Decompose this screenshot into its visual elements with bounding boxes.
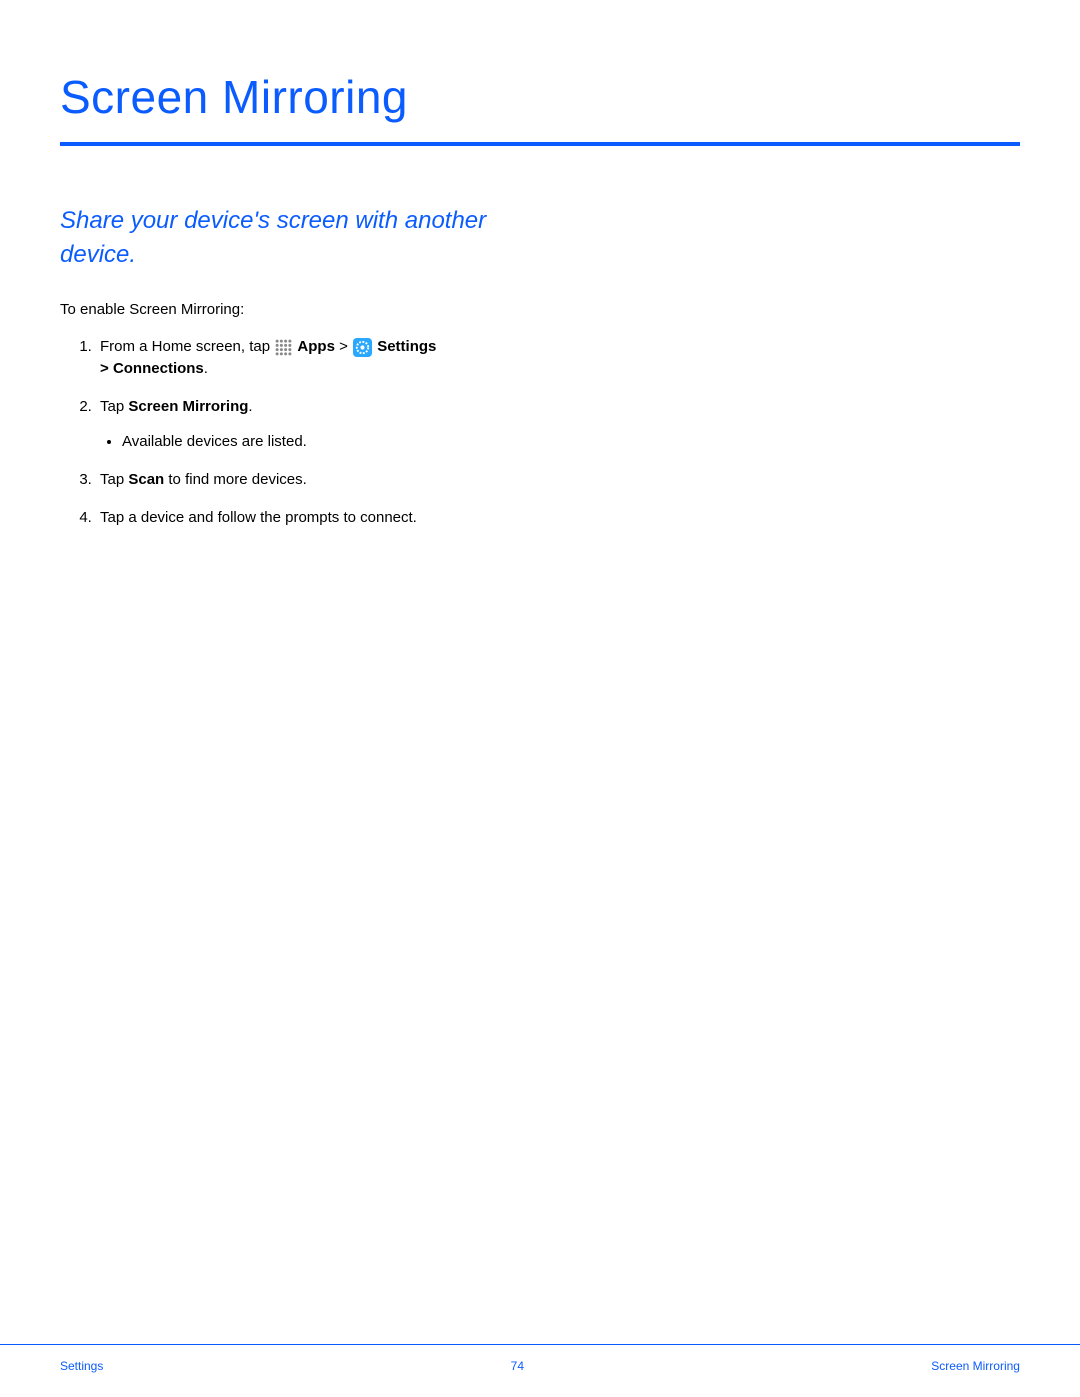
- step-1: From a Home screen, tap Apps > Settings …: [96, 336, 560, 380]
- step-2-end: .: [248, 398, 252, 415]
- step-4: Tap a device and follow the prompts to c…: [96, 507, 560, 529]
- step-2-sublist: Available devices are listed.: [100, 431, 560, 453]
- steps-list: From a Home screen, tap Apps > Settings …: [60, 336, 560, 529]
- footer-right: Screen Mirroring: [931, 1359, 1020, 1373]
- page-subtitle: Share your device's screen with another …: [60, 204, 510, 271]
- step-1-apps-label: Apps: [297, 338, 335, 355]
- step-3: Tap Scan to find more devices.: [96, 469, 560, 491]
- intro-text: To enable Screen Mirroring:: [60, 301, 1020, 318]
- step-1-sep: >: [335, 338, 352, 355]
- page-content: Screen Mirroring Share your device's scr…: [0, 0, 1080, 529]
- step-2-bullet: Available devices are listed.: [122, 431, 560, 453]
- step-2-pre: Tap: [100, 398, 128, 415]
- step-2-bold: Screen Mirroring: [128, 398, 248, 415]
- step-1-settings-label: Settings: [377, 338, 436, 355]
- step-1-connections: Connections: [113, 360, 204, 377]
- step-2: Tap Screen Mirroring. Available devices …: [96, 396, 560, 454]
- page-title: Screen Mirroring: [60, 70, 1020, 146]
- apps-icon: [275, 339, 292, 356]
- step-1-post: >: [100, 360, 113, 377]
- settings-icon: [353, 338, 372, 357]
- step-1-end: .: [204, 360, 208, 377]
- step-1-text-pre: From a Home screen, tap: [100, 338, 274, 355]
- step-3-post: to find more devices.: [164, 471, 307, 488]
- footer-page-number: 74: [511, 1359, 524, 1373]
- step-3-pre: Tap: [100, 471, 128, 488]
- step-3-bold: Scan: [128, 471, 164, 488]
- footer-left: Settings: [60, 1359, 103, 1373]
- page-footer: Settings 74 Screen Mirroring: [0, 1344, 1080, 1397]
